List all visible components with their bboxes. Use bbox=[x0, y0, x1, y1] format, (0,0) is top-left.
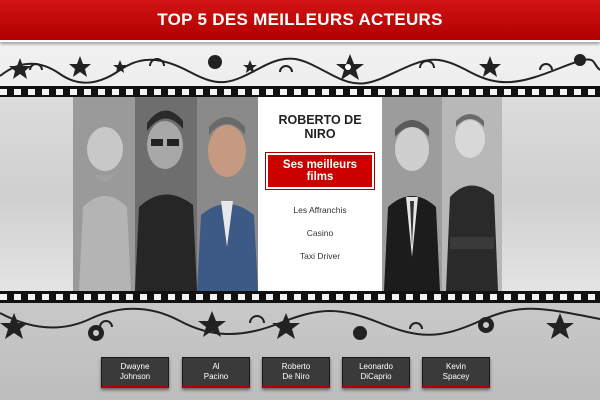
actor-button-robert-de-niro[interactable]: Roberto De Niro bbox=[262, 357, 330, 388]
button-label: Johnson bbox=[119, 372, 151, 381]
robert-de-niro-photo[interactable] bbox=[197, 97, 258, 291]
actor-button-dwayne-johnson[interactable]: Dwayne Johnson bbox=[101, 357, 169, 388]
bottom-ornament bbox=[0, 303, 600, 347]
leonardo-dicaprio-photo[interactable] bbox=[382, 97, 442, 291]
films-heading: Ses meilleurs films bbox=[282, 159, 358, 183]
button-label: DiCaprio bbox=[360, 372, 392, 381]
films-heading-badge: Ses meilleurs films bbox=[266, 153, 374, 189]
dwayne-johnson-photo[interactable] bbox=[73, 97, 135, 291]
film-strip-bottom bbox=[0, 291, 600, 303]
button-label: Roberto bbox=[281, 362, 311, 371]
button-label: De Niro bbox=[282, 372, 310, 381]
page-title: TOP 5 DES MEILLEURS ACTEURS bbox=[157, 10, 443, 29]
actor-button-leonardo-dicaprio[interactable]: Leonardo DiCaprio bbox=[342, 357, 410, 388]
button-label: Spacey bbox=[442, 372, 470, 381]
film-item: Taxi Driver bbox=[299, 251, 341, 261]
actor-name: ROBERTO DE NIRO bbox=[278, 113, 362, 141]
kevin-spacey-photo[interactable] bbox=[442, 97, 502, 291]
film-list: Les Affranchis Casino Taxi Driver bbox=[258, 203, 382, 272]
al-pacino-photo[interactable] bbox=[135, 97, 197, 291]
film-item: Les Affranchis bbox=[293, 205, 347, 215]
title-bar: TOP 5 DES MEILLEURS ACTEURS bbox=[0, 0, 600, 42]
film-item: Casino bbox=[306, 228, 334, 238]
actor-button-kevin-spacey[interactable]: Kevin Spacey bbox=[422, 357, 490, 388]
top-ornament bbox=[0, 50, 600, 86]
button-label: Kevin bbox=[445, 362, 466, 371]
actor-detail-panel: ROBERTO DE NIRO Ses meilleurs films Les … bbox=[258, 97, 382, 291]
actor-nav: Dwayne Johnson Al Pacino Roberto De Niro Le… bbox=[0, 357, 600, 388]
button-label: Leonardo bbox=[359, 362, 393, 371]
button-label: Al bbox=[212, 362, 220, 371]
actor-button-al-pacino[interactable]: Al Pacino bbox=[182, 357, 250, 388]
button-label: Dwayne bbox=[120, 362, 150, 371]
button-label: Pacino bbox=[203, 372, 229, 381]
